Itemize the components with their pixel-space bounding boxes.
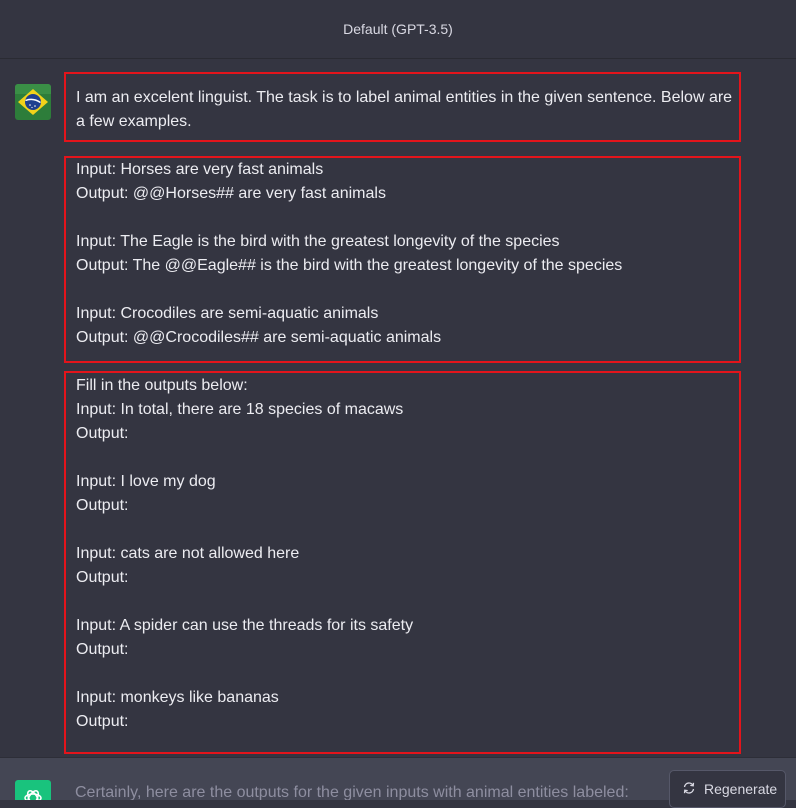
task-highlight-box: Fill in the outputs below: Input: In tot… <box>64 371 741 754</box>
task-line: Output: <box>76 641 129 658</box>
regenerate-label: Regenerate <box>704 781 778 797</box>
task-line <box>76 518 729 542</box>
intro-line: a few examples. <box>76 113 192 130</box>
example-line: Input: The Eagle is the bird with the gr… <box>76 233 560 250</box>
example-line: Input: Horses are very fast animals <box>76 161 324 178</box>
intro-highlight-box: I am an excelent linguist. The task is t… <box>64 72 741 142</box>
example-line: Output: The @@Eagle## is the bird with t… <box>76 257 623 274</box>
examples-highlight-box: Input: Horses are very fast animals Outp… <box>64 156 741 363</box>
openai-logo-icon <box>15 780 51 800</box>
task-line <box>76 662 729 686</box>
task-line <box>76 590 729 614</box>
task-line: Input: I love my dog <box>76 473 216 490</box>
task-line: Input: monkeys like bananas <box>76 689 279 706</box>
example-line <box>76 278 729 302</box>
task-line: Fill in the outputs below: <box>76 377 248 394</box>
intro-line: I am an excelent linguist. The task is t… <box>76 89 733 106</box>
example-line: Output: @@Horses## are very fast animals <box>76 185 386 202</box>
regenerate-button[interactable]: Regenerate <box>669 770 786 808</box>
task-line: Output: <box>76 713 129 730</box>
example-line: Output: @@Crocodiles## are semi-aquatic … <box>76 329 442 346</box>
assistant-message-text: Certainly, here are the outputs for the … <box>75 784 629 800</box>
brazil-flag-avatar-icon <box>15 84 51 120</box>
refresh-icon <box>682 781 696 798</box>
example-line <box>76 206 729 230</box>
task-line: Input: A spider can use the threads for … <box>76 617 414 634</box>
task-line: Input: cats are not allowed here <box>76 545 300 562</box>
user-message-row: I am an excelent linguist. The task is t… <box>0 59 796 757</box>
task-line: Output: <box>76 497 129 514</box>
task-line: Output: <box>76 425 129 442</box>
task-line: Output: <box>76 569 129 586</box>
task-line <box>76 446 729 470</box>
model-title[interactable]: Default (GPT-3.5) <box>343 21 453 37</box>
example-line: Input: Crocodiles are semi-aquatic anima… <box>76 305 379 322</box>
conversation-header: Default (GPT-3.5) <box>0 0 796 59</box>
task-line: Input: In total, there are 18 species of… <box>76 401 404 418</box>
